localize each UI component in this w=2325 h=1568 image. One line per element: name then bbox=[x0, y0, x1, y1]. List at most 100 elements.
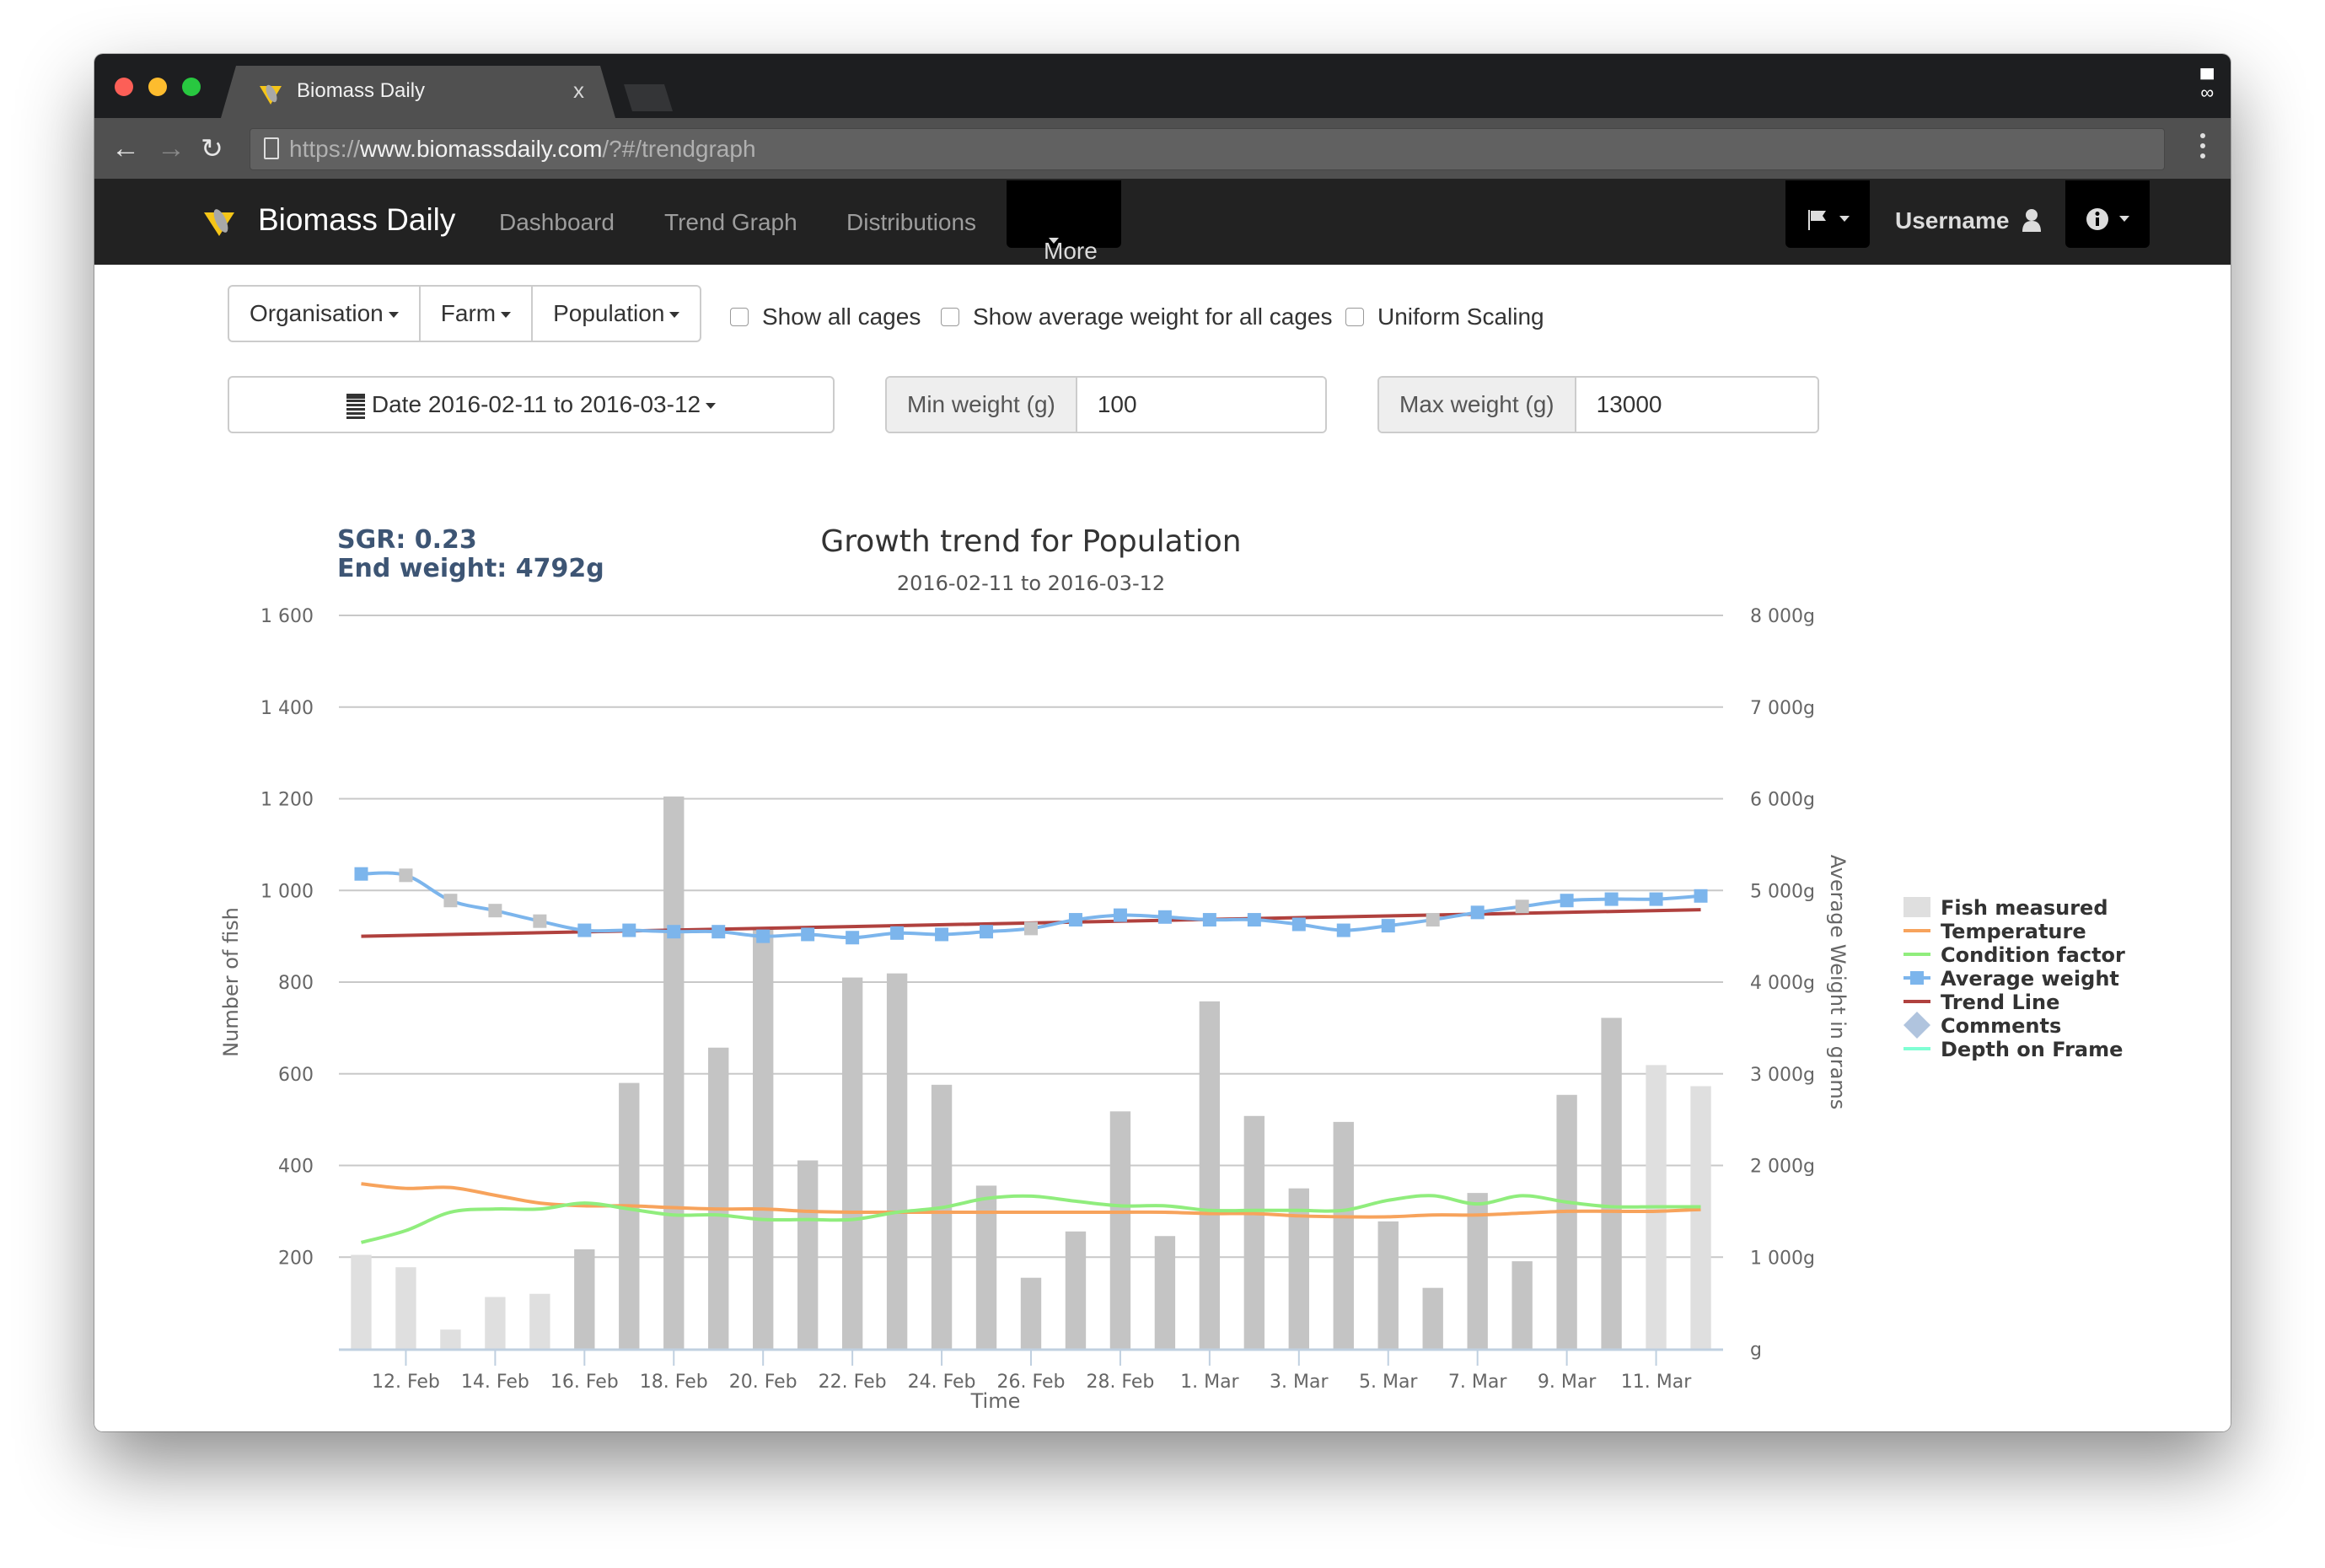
flag-icon bbox=[1808, 210, 1826, 230]
bar-fish-measured bbox=[1556, 1094, 1577, 1349]
average-weight-marker bbox=[488, 904, 502, 918]
y2-tick-label: 5 000g bbox=[1750, 881, 1815, 902]
browser-toolbar: ← → ↻ https://www.biomassdaily.com/?#/tr… bbox=[94, 118, 2231, 179]
y-tick-label: 400 bbox=[278, 1157, 314, 1178]
y2-tick-label: g bbox=[1750, 1340, 1762, 1361]
y2-tick-label: 8 000g bbox=[1750, 606, 1815, 627]
x-tick-label: 5. Mar bbox=[1359, 1372, 1418, 1393]
nav-dashboard[interactable]: Dashboard bbox=[499, 209, 615, 236]
average-weight-marker bbox=[533, 914, 547, 928]
average-weight-marker bbox=[935, 927, 949, 942]
bar-fish-measured bbox=[1243, 1115, 1265, 1349]
average-weight-marker bbox=[1515, 899, 1529, 914]
legend-item[interactable]: Trend Line bbox=[1941, 991, 2059, 1014]
x-tick-label: 16. Feb bbox=[550, 1372, 619, 1393]
legend-item[interactable]: Fish measured bbox=[1941, 896, 2108, 920]
average-weight-marker bbox=[622, 923, 636, 937]
y2-tick-label: 2 000g bbox=[1750, 1157, 1815, 1178]
x-tick-label: 1. Mar bbox=[1180, 1372, 1239, 1393]
average-weight-marker bbox=[1560, 894, 1574, 908]
average-weight-marker bbox=[1291, 917, 1306, 932]
nav-trend-graph[interactable]: Trend Graph bbox=[664, 209, 797, 236]
legend-item[interactable]: Average weight bbox=[1941, 967, 2119, 991]
bar-fish-measured bbox=[1020, 1277, 1042, 1349]
caret-down-icon bbox=[2119, 216, 2129, 222]
average-weight-marker bbox=[667, 925, 681, 939]
minimize-window-button[interactable] bbox=[148, 78, 167, 96]
bar-fish-measured bbox=[663, 796, 685, 1349]
average-weight-marker bbox=[890, 926, 905, 940]
language-dropdown[interactable] bbox=[1785, 180, 1870, 248]
browser-menu-icon[interactable] bbox=[2200, 133, 2205, 164]
browser-tab[interactable]: Biomass Daily x bbox=[221, 66, 615, 118]
legend-item[interactable]: Depth on Frame bbox=[1941, 1038, 2123, 1061]
reload-icon[interactable]: ↻ bbox=[201, 132, 223, 165]
chart-title: Growth trend for Population bbox=[820, 524, 1241, 559]
x-tick-label: 12. Feb bbox=[372, 1372, 440, 1393]
bar-fish-measured bbox=[1154, 1236, 1176, 1349]
bar-fish-measured bbox=[1333, 1121, 1354, 1349]
brand-name[interactable]: Biomass Daily bbox=[258, 202, 455, 238]
legend-swatch bbox=[1903, 897, 1930, 917]
y-tick-label: 1 400 bbox=[260, 698, 314, 719]
bar-fish-measured bbox=[1690, 1086, 1711, 1349]
bar-fish-measured bbox=[395, 1267, 416, 1349]
average-weight-marker bbox=[846, 931, 860, 945]
page-icon bbox=[264, 137, 279, 159]
average-weight-marker bbox=[1426, 913, 1440, 927]
info-icon bbox=[2086, 208, 2108, 230]
average-weight-marker bbox=[1604, 892, 1619, 906]
y-tick-label: 600 bbox=[278, 1065, 314, 1086]
maximize-window-button[interactable] bbox=[182, 78, 201, 96]
user-icon bbox=[2022, 209, 2042, 232]
average-weight-marker bbox=[1202, 913, 1216, 927]
legend-item[interactable]: Temperature bbox=[1941, 920, 2086, 943]
x-tick-label: 28. Feb bbox=[1086, 1372, 1154, 1393]
y2-axis-title: Average Weight in grams bbox=[1826, 855, 1850, 1110]
info-dropdown[interactable] bbox=[2065, 180, 2150, 248]
incognito-icon: ▀ ∞ bbox=[2200, 68, 2214, 103]
forward-arrow-icon[interactable]: → bbox=[157, 132, 185, 165]
nav-distributions[interactable]: Distributions bbox=[846, 209, 976, 236]
average-weight-marker bbox=[577, 923, 592, 937]
address-bar[interactable]: https://www.biomassdaily.com/?#/trendgra… bbox=[250, 128, 2165, 170]
bar-fish-measured bbox=[1065, 1231, 1087, 1349]
close-window-button[interactable] bbox=[115, 78, 133, 96]
average-weight-marker bbox=[1470, 905, 1485, 920]
bar-fish-measured bbox=[619, 1082, 640, 1349]
tab-close-icon[interactable]: x bbox=[573, 78, 584, 104]
x-tick-label: 9. Mar bbox=[1538, 1372, 1597, 1393]
average-weight-marker bbox=[1694, 889, 1708, 903]
y-axis-title: Number of fish bbox=[219, 907, 243, 1057]
nav-more-dropdown[interactable]: More bbox=[1007, 180, 1121, 264]
y-tick-label: 1 000 bbox=[260, 881, 314, 902]
legend-marker bbox=[1910, 971, 1924, 985]
y-tick-label: 800 bbox=[278, 973, 314, 994]
y2-tick-label: 6 000g bbox=[1750, 790, 1815, 811]
bar-fish-measured bbox=[1109, 1111, 1131, 1349]
average-weight-marker bbox=[1649, 892, 1663, 906]
legend-swatch bbox=[1903, 1012, 1930, 1039]
x-tick-label: 7. Mar bbox=[1448, 1372, 1507, 1393]
bar-fish-measured bbox=[1288, 1188, 1309, 1349]
user-menu[interactable]: Username bbox=[1895, 207, 2043, 234]
url-text: https://www.biomassdaily.com/?#/trendgra… bbox=[289, 136, 756, 162]
bar-fish-measured bbox=[797, 1160, 819, 1349]
bar-fish-measured bbox=[753, 928, 774, 1349]
new-tab-button[interactable] bbox=[624, 84, 673, 111]
x-tick-label: 11. Mar bbox=[1621, 1372, 1692, 1393]
y2-tick-label: 4 000g bbox=[1750, 973, 1815, 994]
average-weight-marker bbox=[980, 925, 994, 939]
legend-item[interactable]: Condition factor bbox=[1941, 943, 2125, 967]
average-weight-marker bbox=[756, 929, 771, 943]
bar-fish-measured bbox=[1199, 1001, 1221, 1349]
back-arrow-icon[interactable]: ← bbox=[111, 132, 140, 165]
bar-fish-measured bbox=[975, 1185, 997, 1349]
y2-tick-label: 3 000g bbox=[1750, 1065, 1815, 1086]
bar-fish-measured bbox=[529, 1293, 550, 1349]
legend-item[interactable]: Comments bbox=[1941, 1014, 2061, 1038]
bar-fish-measured bbox=[886, 973, 908, 1349]
bar-fish-measured bbox=[931, 1084, 953, 1349]
average-weight-marker bbox=[1157, 910, 1172, 924]
average-weight-marker bbox=[1068, 913, 1082, 927]
